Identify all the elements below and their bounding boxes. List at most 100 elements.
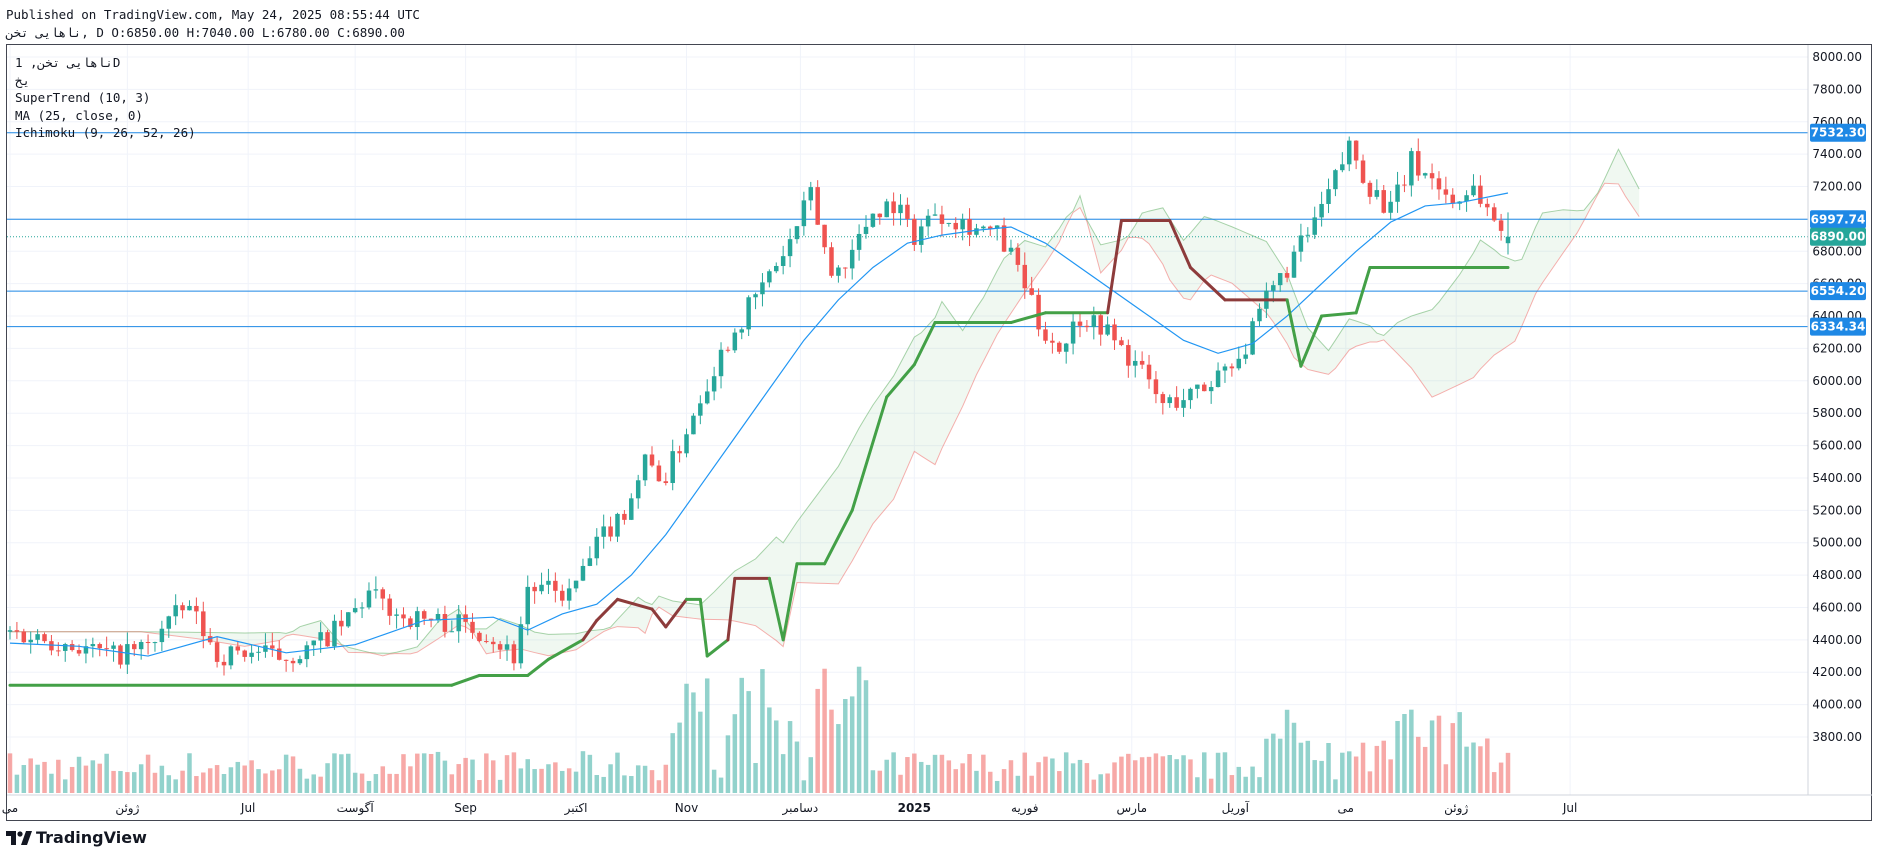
volume-bar (111, 770, 116, 793)
volume-bar (932, 754, 938, 793)
volume-bar (1416, 736, 1421, 793)
volume-bar (166, 775, 172, 793)
candle-body (974, 228, 979, 235)
candle-body (1188, 388, 1193, 401)
legend-ma[interactable]: MA (25, close, 0) (15, 107, 196, 125)
volume-bar (387, 773, 392, 793)
supertrend-segment (526, 657, 550, 677)
volume-bar (1229, 775, 1235, 793)
candle-body (387, 598, 392, 616)
time-tick-label: آوریل (1222, 800, 1250, 816)
candle-body (1450, 194, 1456, 204)
volume-bar (49, 773, 54, 793)
volume-bar (622, 775, 627, 793)
candle-body (518, 624, 524, 664)
legend-supertrend[interactable]: SuperTrend (10, 3) (15, 89, 196, 107)
volume-bar (1491, 772, 1497, 793)
volume-bar (477, 780, 482, 793)
volume-bar (732, 714, 738, 793)
candle-body (104, 648, 109, 650)
candle-body (608, 526, 613, 537)
candle-body (7, 630, 13, 632)
volume-bar (1174, 759, 1179, 793)
time-axis: می ژوئن Jul آگوست Sep اکتبر Nov دسامبر 2025 فوریه… (2, 794, 1872, 816)
candle-body (1215, 370, 1221, 388)
time-tick-label: دسامبر (782, 801, 819, 816)
volume-bar (711, 769, 717, 793)
volume-bar (836, 724, 841, 793)
volume-bar (822, 668, 827, 793)
legend-symbol[interactable]: ناهایی تخن, 1D (15, 54, 196, 72)
price-tick-label: 5800.00 (1812, 406, 1862, 420)
volume-bar (925, 764, 931, 793)
candle-body (90, 644, 96, 647)
level-tag-text: 7532.30 (1811, 126, 1866, 140)
candle-body (1284, 273, 1290, 278)
volume-bar (311, 774, 316, 793)
price-tick-label: 5400.00 (1812, 471, 1862, 485)
volume-bar (780, 754, 786, 793)
price-tick-label: 4000.00 (1812, 698, 1862, 712)
volume-bar (21, 765, 27, 793)
volume-bar (1036, 762, 1041, 793)
volume-bar (421, 753, 427, 793)
candle-body (456, 614, 461, 632)
volume-bar (1001, 769, 1007, 793)
volume-bar (283, 754, 289, 793)
volume-bar (553, 762, 558, 793)
volume-bar (1250, 766, 1255, 793)
candle-body (629, 498, 634, 520)
volume-bar (843, 699, 848, 793)
volume-bar (801, 780, 807, 793)
candle-body (1367, 182, 1373, 197)
level-tag: 6554.20 (1810, 282, 1866, 301)
volume-bar (1464, 746, 1469, 793)
candle-body (725, 349, 731, 351)
candle-body (373, 589, 379, 591)
candle-body (35, 634, 40, 640)
footer-brand[interactable]: TradingView (6, 828, 147, 847)
volume-bar (691, 692, 696, 793)
candle-body (677, 451, 682, 454)
candle-body (1222, 366, 1228, 371)
volume-bar (1422, 746, 1428, 793)
volume-bar (1346, 751, 1352, 793)
candle-body (615, 513, 620, 537)
volume-bar (56, 759, 61, 793)
volume-bar (1485, 738, 1490, 793)
volume-bar (787, 721, 793, 793)
volume-bar (1098, 774, 1103, 793)
volume-bar (352, 772, 358, 793)
volume-bar (1326, 743, 1331, 793)
legend-ichimoku[interactable]: Ichimoku (9, 26, 52, 26) (15, 124, 196, 142)
volume-bar (1029, 775, 1034, 793)
volume-bar (1236, 766, 1242, 793)
candle-body (228, 646, 234, 666)
candle-body (1043, 329, 1048, 341)
price-chart[interactable]: 3800.00 4000.00 4200.00 4400.00 4600.00 4800.… (0, 0, 1878, 858)
last-price-tag-text: 6890.00 (1811, 230, 1866, 244)
volume-bar (849, 696, 855, 793)
volume-bar (180, 770, 185, 793)
candle-body (1436, 178, 1442, 190)
volume-bar (580, 751, 586, 793)
candle-body (1409, 151, 1414, 186)
volume-bar (332, 753, 337, 793)
volume-bar (1450, 723, 1456, 793)
volume-bar (760, 669, 765, 793)
volume-bar (1312, 760, 1317, 793)
candle-body (1243, 354, 1248, 359)
candle-body (1271, 285, 1276, 291)
candle-body (118, 645, 123, 665)
supertrend-segment (650, 607, 668, 629)
supertrend-segment (1354, 265, 1372, 315)
volume-bar (69, 766, 75, 793)
volume-bar (684, 683, 689, 793)
volume-bar (905, 757, 910, 793)
volume-bar (1264, 738, 1269, 793)
candle-body (1305, 234, 1311, 236)
time-tick-label: مارس (1117, 801, 1148, 816)
candle-body (739, 329, 744, 333)
volume-bar (1091, 779, 1097, 793)
candle-body (187, 605, 192, 611)
